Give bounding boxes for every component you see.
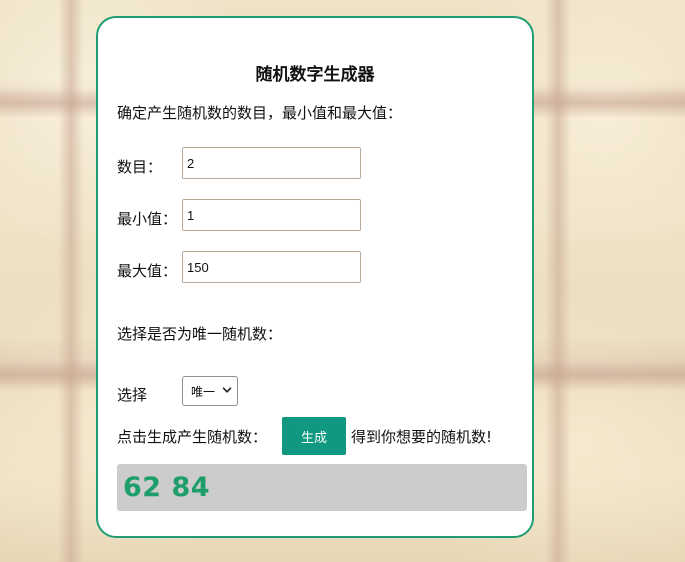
count-label: 数目：	[117, 158, 163, 176]
generate-hint: 得到你想要的随机数!	[351, 428, 493, 446]
unique-select[interactable]: 唯一	[182, 376, 238, 406]
generate-prompt: 点击生成产生随机数：	[117, 428, 268, 446]
background-stripe	[58, 0, 84, 562]
page-title: 随机数字生成器	[255, 65, 375, 85]
count-input[interactable]	[182, 147, 361, 179]
result-box: 62 84	[117, 464, 527, 511]
instruction-text: 确定产生随机数的数目，最小值和最大值：	[117, 104, 403, 122]
result-numbers: 62 84	[123, 472, 211, 503]
generator-card: 随机数字生成器 确定产生随机数的数目，最小值和最大值： 数目： 最小值： 最大值…	[96, 16, 534, 538]
unique-prompt: 选择是否为唯一随机数：	[117, 325, 283, 343]
chevron-down-icon	[222, 387, 232, 393]
generate-button[interactable]: 生成	[282, 417, 346, 455]
background-stripe	[545, 0, 571, 562]
max-input[interactable]	[182, 251, 361, 283]
unique-select-value: 唯一	[191, 384, 216, 399]
min-label: 最小值：	[117, 210, 178, 228]
min-input[interactable]	[182, 199, 361, 231]
choice-label: 选择	[117, 386, 148, 404]
max-label: 最大值：	[117, 262, 178, 280]
